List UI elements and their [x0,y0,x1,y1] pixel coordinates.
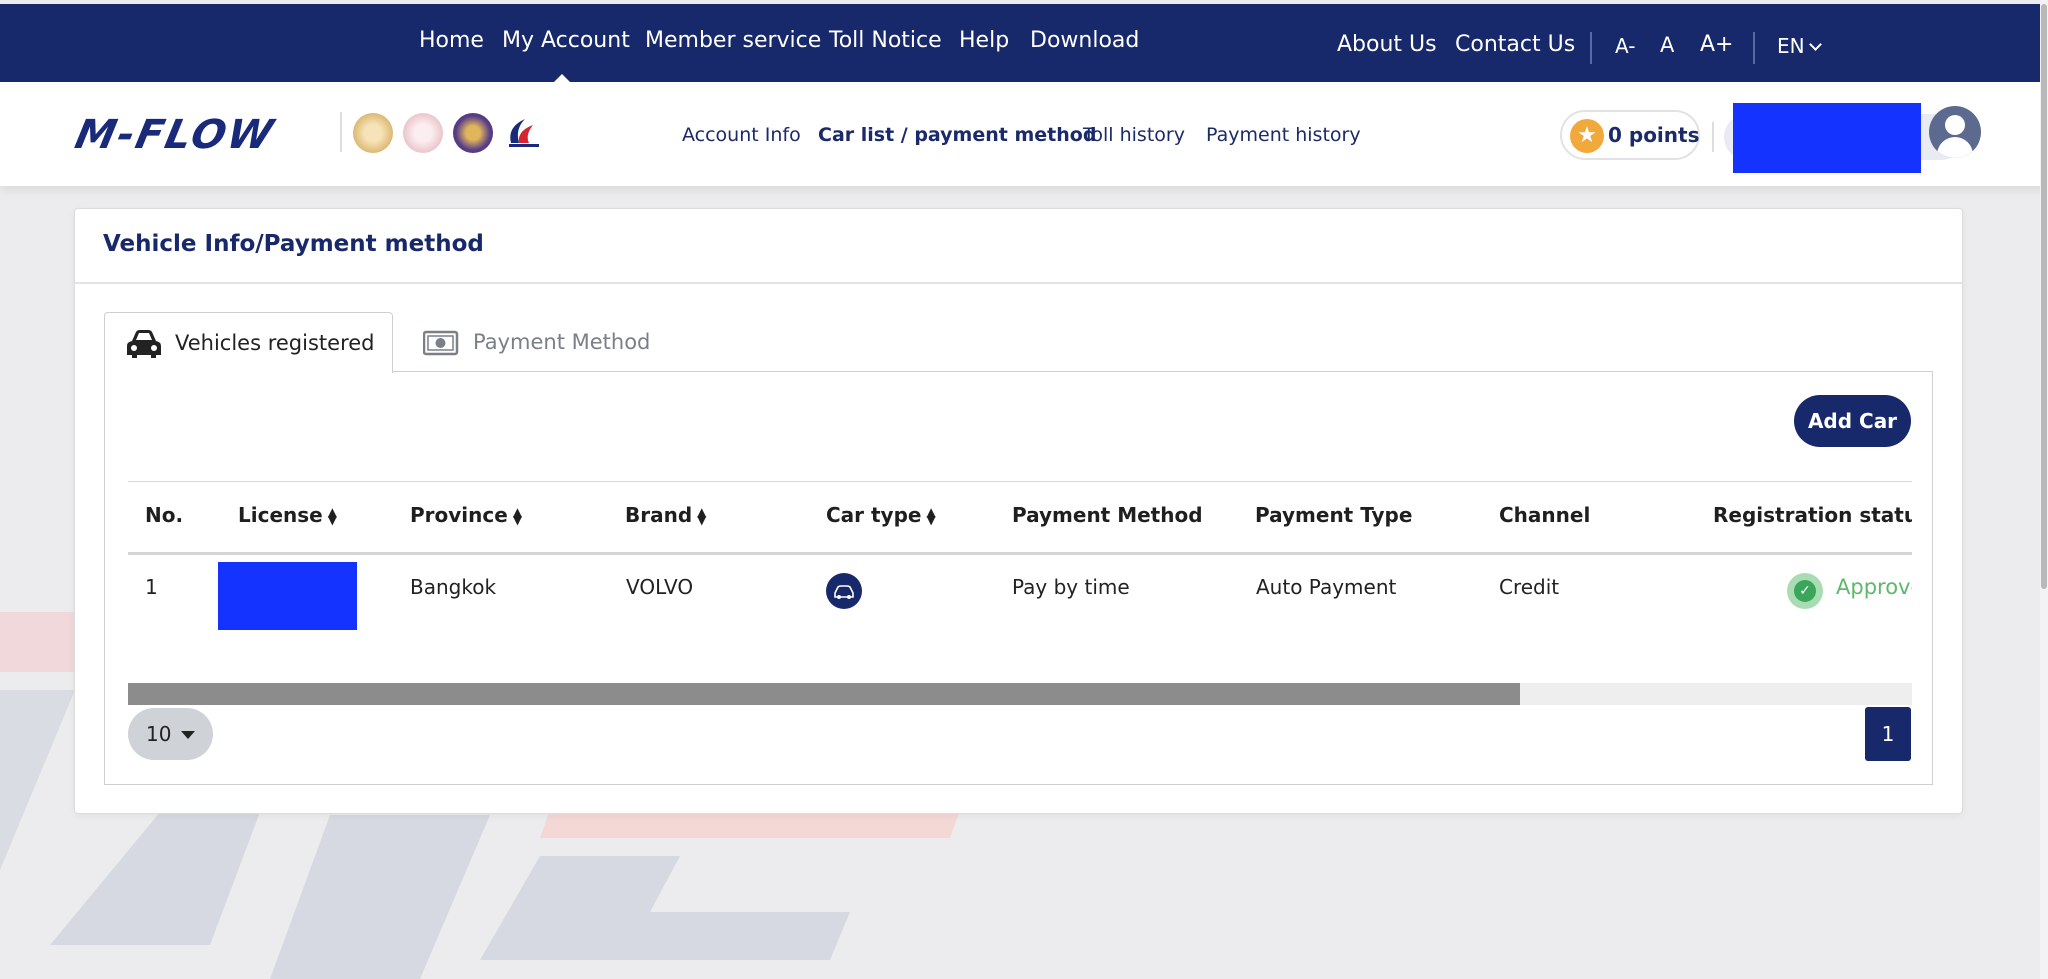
mflow-logo[interactable]: M-FLOW [71,112,279,158]
cell-brand: VOLVO [626,575,694,599]
highway-emblem-icon [509,119,539,147]
nav-about-us[interactable]: About Us [1337,32,1437,57]
vehicles-table: No. License ▲ ▼ Province ▲ ▼ Brand ▲ ▼ Car typ… [128,481,1912,633]
nav-contact-us[interactable]: Contact Us [1455,32,1575,57]
nav-help[interactable]: Help [959,28,1009,53]
column-header-payment-type: Payment Type [1255,503,1413,527]
nav-home[interactable]: Home [419,28,484,53]
points-badge[interactable]: ★ 0 points [1560,110,1700,160]
car-icon [127,330,161,358]
check-circle-icon: ✓ [1787,573,1823,609]
tab-label: Payment Method [473,330,651,354]
card-divider [75,282,1962,284]
star-icon: ★ [1570,119,1604,153]
nav-member-service[interactable]: Member service [645,28,821,53]
car-type-icon [826,573,862,609]
cell-registration-status: Approved [1836,575,1912,599]
caret-down-icon [181,731,195,739]
column-header-no: No. [145,503,184,527]
font-reset-button[interactable]: A [1660,33,1674,57]
add-car-button[interactable]: Add Car [1794,395,1911,447]
avatar-icon[interactable] [1929,106,1981,158]
logo-separator [340,112,342,152]
column-header-license[interactable]: License ▲ ▼ [238,503,337,527]
horizontal-scroll-thumb[interactable] [128,683,1520,705]
sort-icon: ▲ ▼ [926,504,936,527]
column-header-registration-status: Registration status [1713,503,1912,527]
header-separator [1712,122,1714,152]
column-header-brand[interactable]: Brand ▲ ▼ [625,503,706,527]
language-label: EN [1777,34,1805,58]
font-decrease-button[interactable]: A- [1615,34,1635,58]
banknote-icon [423,330,459,356]
page-scrollbar[interactable] [2040,0,2048,979]
page-title: Vehicle Info/Payment method [103,231,484,257]
nav-toll-notice[interactable]: Toll Notice [829,28,942,53]
sort-icon: ▲ ▼ [327,504,337,527]
ministry-seal-icon [403,113,443,153]
subnav-account-info[interactable]: Account Info [682,124,801,146]
cell-channel: Credit [1499,575,1560,599]
department-seal-icon [453,113,493,153]
site-header: M-FLOW Account Info Car list / payment m… [0,82,2048,186]
pagination-page-button[interactable]: 1 [1865,707,1911,761]
column-header-channel: Channel [1499,503,1591,527]
sort-icon: ▲ ▼ [512,504,523,527]
cell-province: Bangkok [410,575,497,599]
redacted-license-plate [218,562,357,630]
subnav-toll-history[interactable]: Toll history [1083,124,1185,146]
page-size-select[interactable]: 10 [128,708,213,760]
page-size-value: 10 [146,722,172,746]
page-scroll-thumb[interactable] [2041,4,2047,589]
font-increase-button[interactable]: A+ [1700,32,1733,57]
tab-vehicles-registered[interactable]: Vehicles registered [104,312,393,373]
nav-download[interactable]: Download [1030,28,1139,53]
vehicle-info-card: Vehicle Info/Payment method Vehicles reg… [74,208,1963,814]
column-header-car-type[interactable]: Car type ▲ ▼ [826,503,936,527]
cell-payment-method: Pay by time [1012,575,1130,599]
tab-label: Vehicles registered [175,331,375,355]
active-nav-indicator [551,74,573,85]
nav-separator [1590,32,1592,64]
cell-payment-type: Auto Payment [1256,575,1397,599]
column-header-province[interactable]: Province ▲ ▼ [410,503,522,527]
top-nav-bar: Home My Account Member service Toll Noti… [0,4,2048,85]
subnav-payment-history[interactable]: Payment history [1206,124,1361,146]
horizontal-scrollbar[interactable] [128,683,1912,705]
points-label: 0 points [1608,123,1700,147]
language-selector[interactable]: EN [1777,34,1822,58]
nav-my-account[interactable]: My Account [502,28,630,53]
tab-payment-method[interactable]: Payment Method [403,312,663,372]
cell-no: 1 [145,575,158,599]
column-header-payment-method: Payment Method [1012,503,1203,527]
gov-seal-icon [353,113,393,153]
nav-separator [1753,32,1755,64]
chevron-down-icon [1808,38,1822,51]
sort-icon: ▲ ▼ [697,504,707,527]
redacted-username [1733,103,1921,173]
subnav-car-list[interactable]: Car list / payment method [818,124,1096,146]
